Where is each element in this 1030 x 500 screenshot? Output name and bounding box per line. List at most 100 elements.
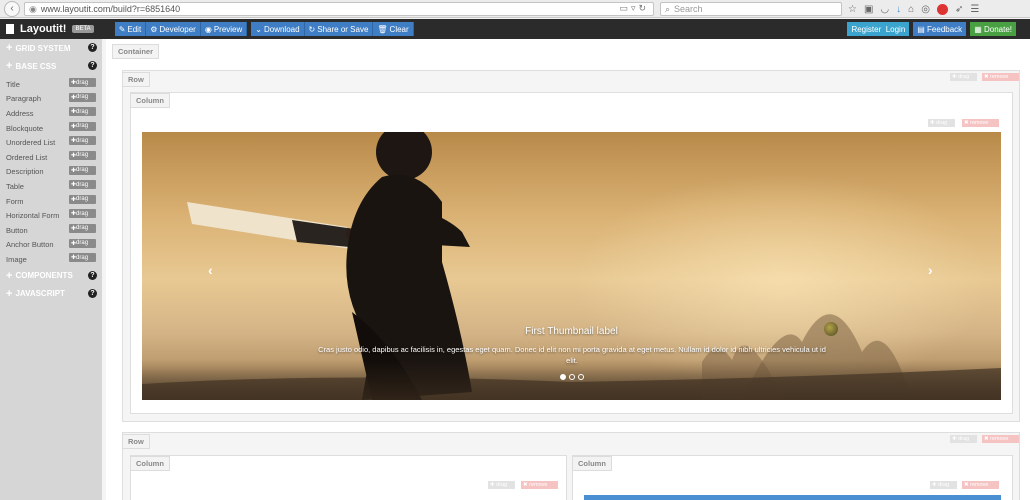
bookmark-star-icon[interactable]: ☆ — [848, 4, 857, 15]
drag-handle[interactable]: ✚ drag — [69, 238, 96, 248]
carousel-indicator-dot[interactable] — [560, 374, 566, 380]
help-icon[interactable]: ? — [88, 270, 97, 280]
sidebar-item-label: Anchor Button — [6, 240, 54, 250]
url-tools-icons[interactable]: ▭▿↻ — [619, 3, 649, 14]
row-1-drag-handle[interactable]: ✚ drag — [950, 73, 977, 81]
column-2a[interactable] — [130, 455, 567, 500]
browser-toolbar: ‹ ◉ www.layoutit.com/build?r=6851640 ▭▿↻… — [0, 0, 1030, 18]
home-icon[interactable]: ⌂ — [908, 4, 914, 15]
drag-handle[interactable]: ✚ drag — [69, 121, 96, 131]
drag-handle[interactable]: ✚ drag — [69, 78, 96, 87]
sidebar-item-label: Ordered List — [6, 152, 48, 162]
drag-handle[interactable]: ✚ drag — [69, 150, 96, 160]
adblock-icon[interactable] — [936, 3, 948, 15]
carousel-remove-button[interactable]: ✖ remove — [962, 119, 999, 127]
drag-handle[interactable]: ✚ drag — [69, 180, 96, 190]
carousel-drag-handle[interactable]: ✚ drag — [928, 119, 955, 127]
url-bar[interactable]: ◉ www.layoutit.com/build?r=6851640 ▭▿↻ — [24, 2, 654, 16]
sidebar-item-label: Title — [6, 79, 20, 89]
sidebar-item-ordered-list[interactable]: Ordered List ✚ drag — [0, 150, 102, 165]
help-icon[interactable]: ? — [88, 61, 97, 70]
sidebar-item-anchor-button[interactable]: Anchor Button ✚ drag — [0, 238, 102, 253]
column-2a-remove-button[interactable]: ✖ remove — [521, 481, 558, 489]
preview-button[interactable]: ◉ Preview — [200, 22, 248, 36]
feedback-button[interactable]: ▤ Feedback — [913, 22, 967, 36]
search-placeholder: Search — [674, 4, 703, 14]
gear-icon: ⚙ — [150, 24, 158, 34]
drag-handle[interactable]: ✚ drag — [69, 209, 96, 219]
row-2-remove-button[interactable]: ✖ remove — [982, 435, 1019, 443]
sidebar-item-horizontal-form[interactable]: Horizontal Form ✚ drag — [0, 208, 102, 223]
brand-name[interactable]: Layoutit! — [20, 23, 66, 35]
back-button[interactable]: ‹ — [4, 0, 20, 17]
clipboard-icon[interactable]: ▣ — [864, 4, 873, 15]
sidebar-item-image[interactable]: Image ✚ drag — [0, 252, 102, 267]
carousel-indicator-dot[interactable] — [578, 374, 584, 380]
sidebar-item-button[interactable]: Button ✚ drag — [0, 223, 102, 238]
url-text: www.layoutit.com/build?r=6851640 — [40, 4, 181, 14]
sidebar-item-paragraph[interactable]: Paragraph ✚ drag — [0, 92, 102, 107]
drag-handle[interactable]: ✚ drag — [69, 253, 96, 263]
row-1-remove-button[interactable]: ✖ remove — [982, 73, 1019, 81]
column-2a-drag-handle[interactable]: ✚ drag — [488, 481, 515, 489]
sidebar-item-label: Table — [6, 181, 24, 191]
grid-icon: ▦ — [974, 24, 984, 34]
drag-handle[interactable]: ✚ drag — [69, 107, 96, 117]
ground-shadow — [142, 360, 1001, 400]
sidebar-section-base-css[interactable]: + Base CSS ? — [0, 57, 102, 75]
account-buttons: Register Login ▤ Feedback ▦ Donate! — [847, 22, 1016, 36]
column-2b-content-bar — [584, 495, 1001, 500]
sidebar-item-label: Form — [6, 196, 24, 206]
browser-search[interactable]: ⌕ Search — [660, 2, 842, 16]
drag-handle[interactable]: ✚ drag — [69, 92, 96, 102]
sidebar-item-form[interactable]: Form ✚ drag — [0, 194, 102, 209]
drag-handle[interactable]: ✚ drag — [69, 165, 96, 175]
column-2b-remove-button[interactable]: ✖ remove — [962, 481, 999, 489]
share-save-button[interactable]: ↻ Share or Save — [304, 22, 374, 36]
sidebar-item-title[interactable]: Title ✚ drag — [0, 77, 102, 92]
donate-button[interactable]: ▦ Donate! — [970, 22, 1016, 36]
help-icon[interactable]: ? — [88, 43, 97, 52]
drag-label: drag — [76, 196, 89, 203]
sidebar-item-label: Blockquote — [6, 123, 44, 133]
sidebar-item-address[interactable]: Address ✚ drag — [0, 106, 102, 121]
sidebar-item-label: Image — [6, 254, 27, 264]
menu-icon[interactable]: ☰ — [970, 4, 979, 15]
drag-label: drag — [76, 254, 89, 261]
drag-handle[interactable]: ✚ drag — [69, 194, 96, 204]
drag-handle[interactable]: ✚ drag — [69, 223, 96, 233]
column-2b[interactable] — [572, 455, 1013, 500]
sidebar-item-description[interactable]: Description ✚ drag — [0, 165, 102, 180]
help-icon[interactable]: ? — [88, 288, 97, 298]
sidebar-item-blockquote[interactable]: Blockquote ✚ drag — [0, 121, 102, 136]
image-carousel[interactable]: ‹ › First Thumbnail label Cras justo odi… — [142, 132, 1001, 400]
sidebar-section-grid[interactable]: + Grid system ? — [0, 39, 102, 57]
developer-button[interactable]: ⚙ Developer — [146, 22, 201, 36]
download-icon[interactable]: ↓ — [896, 4, 901, 15]
app-navbar: Layoutit! BETA ✎ Edit ⚙ Developer ◉ Preview… — [0, 19, 1030, 39]
register-login-button[interactable]: Register Login — [847, 22, 910, 36]
sidebar-items: Title ✚ drag Paragraph ✚ drag Address ✚ drag B… — [0, 75, 102, 267]
clear-button[interactable]: 🗑 Clear — [373, 22, 414, 36]
sidebar-section-components[interactable]: + Components ? — [0, 267, 102, 285]
download-button[interactable]: ⌄ Download — [251, 22, 305, 36]
pocket-icon[interactable]: ◡ — [880, 4, 889, 15]
drag-handle[interactable]: ✚ drag — [69, 136, 96, 146]
column-2b-drag-handle[interactable]: ✚ drag — [930, 481, 957, 489]
row-2-drag-handle[interactable]: ✚ drag — [950, 435, 977, 443]
sidebar-item-label: Description — [6, 167, 44, 177]
sidebar-section-javascript[interactable]: + Javascript ? — [0, 285, 102, 303]
share-icon[interactable]: ➶ — [955, 4, 963, 15]
carousel-prev-chevron-left-icon[interactable]: ‹ — [208, 262, 213, 278]
column-1-label: Column — [130, 93, 170, 108]
globe-icon: ◉ — [29, 3, 37, 14]
sidebar-item-table[interactable]: Table ✚ drag — [0, 179, 102, 194]
chevron-down-icon: ⌄ — [255, 24, 262, 34]
chat-icon[interactable]: ◎ — [921, 4, 930, 15]
carousel-indicator-dot[interactable] — [569, 374, 575, 380]
plus-icon: + — [6, 60, 13, 72]
edit-button[interactable]: ✎ Edit — [114, 22, 147, 36]
sidebar-item-unordered-list[interactable]: Unordered List ✚ drag — [0, 135, 102, 150]
drag-label: drag — [76, 108, 89, 115]
carousel-next-chevron-right-icon[interactable]: › — [928, 262, 933, 278]
